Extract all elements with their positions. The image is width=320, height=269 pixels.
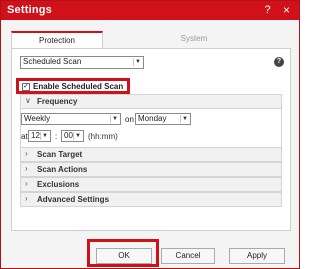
protection-panel: Scheduled Scan ▼ ? ✓ Enable Scheduled Sc…	[11, 48, 291, 231]
frequency-period-select[interactable]: Weekly ▼	[21, 113, 121, 125]
chevron-down-icon: ▼	[180, 115, 189, 123]
chevron-right-icon: ›	[25, 179, 28, 188]
section-scan-actions[interactable]: › Scan Actions	[20, 162, 282, 177]
scan-type-value: Scheduled Scan	[23, 57, 82, 66]
close-window-button[interactable]: ×	[280, 3, 293, 17]
hour-select[interactable]: 12 ▼	[28, 130, 51, 142]
section-frequency[interactable]: ∨ Frequency	[20, 94, 282, 109]
cancel-button[interactable]: Cancel	[161, 248, 215, 264]
title-bar: Settings ? ×	[1, 1, 299, 20]
tab-protection[interactable]: Protection	[11, 31, 103, 49]
chevron-right-icon: ›	[25, 149, 28, 158]
settings-window: Settings ? × Protection System Scheduled…	[0, 0, 300, 269]
chevron-down-icon: ▼	[110, 115, 119, 123]
frequency-period-value: Weekly	[24, 114, 51, 123]
minute-select[interactable]: 00 ▼	[61, 130, 84, 142]
time-format-hint: (hh:mm)	[88, 132, 118, 141]
chevron-down-icon: ▼	[73, 132, 82, 140]
section-scan-target-label: Scan Target	[37, 150, 83, 159]
enable-scheduled-scan-checkbox[interactable]: ✓	[22, 83, 30, 91]
enable-scheduled-scan-label[interactable]: Enable Scheduled Scan	[33, 82, 123, 91]
section-exclusions-label: Exclusions	[37, 180, 80, 189]
help-icon[interactable]: ?	[274, 57, 284, 67]
help-title-button[interactable]: ?	[261, 3, 274, 17]
tab-system[interactable]: System	[103, 31, 285, 49]
section-frequency-label: Frequency	[37, 97, 78, 106]
enable-scheduled-scan-highlight: ✓ Enable Scheduled Scan	[16, 78, 130, 94]
at-label: at	[21, 132, 28, 141]
time-separator: :	[55, 132, 58, 141]
on-label: on	[125, 115, 134, 124]
window-title: Settings	[7, 4, 52, 16]
chevron-down-icon: ∨	[25, 96, 31, 105]
section-scan-actions-label: Scan Actions	[37, 165, 88, 174]
section-advanced-settings[interactable]: › Advanced Settings	[20, 192, 282, 207]
apply-button[interactable]: Apply	[229, 248, 285, 264]
section-advanced-settings-label: Advanced Settings	[37, 195, 110, 204]
section-exclusions[interactable]: › Exclusions	[20, 177, 282, 192]
chevron-right-icon: ›	[25, 194, 28, 203]
chevron-right-icon: ›	[25, 164, 28, 173]
minute-value: 00	[64, 131, 73, 140]
tab-bar: Protection System	[11, 31, 285, 49]
hour-value: 12	[31, 131, 40, 140]
chevron-down-icon: ▼	[40, 132, 49, 140]
day-value: Monday	[138, 114, 167, 123]
frequency-body: Weekly ▼ on Monday ▼ at 12 ▼ : 00 ▼ (hh:…	[20, 109, 282, 147]
ok-button[interactable]: OK	[96, 248, 152, 264]
scan-type-select[interactable]: Scheduled Scan ▼	[20, 56, 144, 69]
section-scan-target[interactable]: › Scan Target	[20, 147, 282, 162]
chevron-down-icon: ▼	[133, 58, 142, 66]
day-select[interactable]: Monday ▼	[135, 113, 191, 125]
